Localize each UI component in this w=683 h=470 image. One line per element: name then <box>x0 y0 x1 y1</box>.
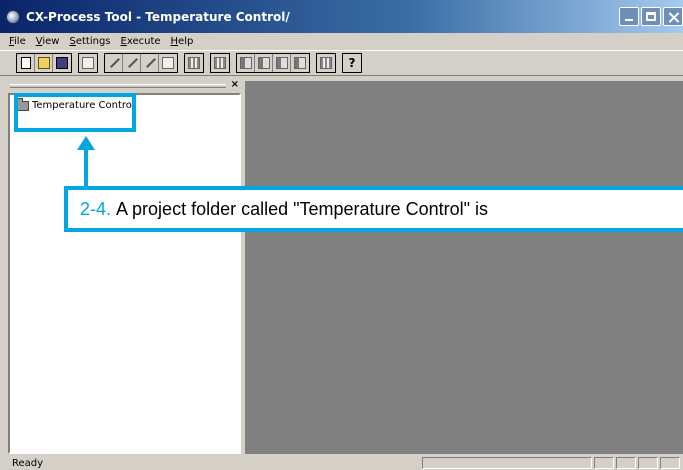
new-button[interactable] <box>17 54 35 72</box>
layout-icon-2 <box>257 57 270 69</box>
io-button[interactable] <box>211 54 229 72</box>
toolbar-help-group: ? <box>342 53 362 73</box>
open-button[interactable] <box>35 54 53 72</box>
toolbar-io-group <box>210 53 230 73</box>
panel-header: × <box>8 79 241 91</box>
properties-icon <box>82 57 94 69</box>
status-text: Ready <box>12 457 44 469</box>
layout-button-2[interactable] <box>255 54 273 72</box>
layout-icon-4 <box>294 57 306 69</box>
block-icon <box>188 57 200 69</box>
maximize-button[interactable] <box>641 7 661 26</box>
close-button[interactable] <box>663 7 683 26</box>
layout-button-4[interactable] <box>291 54 309 72</box>
project-panel: × Temperature Control <box>8 79 241 454</box>
window-title: CX-Process Tool - Temperature Control/ <box>26 9 290 24</box>
app-icon[interactable] <box>6 9 20 24</box>
toolbar-block-group <box>184 53 204 73</box>
menu-execute[interactable]: Execute <box>116 36 166 47</box>
layout-icon-3 <box>275 57 288 69</box>
status-cell-5 <box>660 457 680 469</box>
callout-message: A project folder called "Temperature Con… <box>116 198 488 219</box>
menu-help[interactable]: Help <box>166 36 199 47</box>
help-button[interactable]: ? <box>343 54 361 72</box>
layout-button-1[interactable] <box>237 54 255 72</box>
menu-file[interactable]: File <box>4 36 31 47</box>
status-cell-1 <box>422 457 592 469</box>
wire-button-2[interactable] <box>123 54 141 72</box>
toolbar-connection-group <box>104 53 178 73</box>
wire-button-3[interactable] <box>141 54 159 72</box>
save-disk-icon <box>56 57 68 69</box>
layout-icon-1 <box>239 57 252 69</box>
menu-view[interactable]: View <box>31 36 65 47</box>
wire-diagonal-icon <box>144 57 156 69</box>
properties-button[interactable] <box>79 54 97 72</box>
open-folder-icon <box>37 57 50 69</box>
table-button[interactable] <box>317 54 335 72</box>
window-controls <box>617 7 683 26</box>
menu-settings[interactable]: Settings <box>64 36 115 47</box>
status-cell-2 <box>594 457 614 469</box>
status-cell-4 <box>638 457 658 469</box>
toolbar-properties-group <box>78 53 98 73</box>
toolbar-table-group <box>316 53 336 73</box>
new-document-icon <box>20 57 31 69</box>
balance-button[interactable] <box>159 54 177 72</box>
io-table-icon <box>214 57 226 69</box>
balance-icon <box>162 57 174 69</box>
toolbar-file-group <box>16 53 72 73</box>
block-button[interactable] <box>185 54 203 72</box>
wire-arrow-icon <box>126 57 138 69</box>
callout-step-number: 2-4. <box>80 198 112 219</box>
title-bar[interactable]: CX-Process Tool - Temperature Control/ <box>0 0 683 33</box>
project-tree: Temperature Control <box>8 93 241 454</box>
table-icon <box>320 57 332 69</box>
toolbar-layout-group <box>236 53 310 73</box>
status-bar: Ready <box>0 456 683 470</box>
status-cell-3 <box>616 457 636 469</box>
callout-text: 2-4. A project folder called "Temperature… <box>80 199 488 220</box>
toolbar: ? <box>0 50 683 76</box>
annotation-highlight-box <box>14 93 136 132</box>
layout-button-3[interactable] <box>273 54 291 72</box>
save-button[interactable] <box>53 54 71 72</box>
panel-grip[interactable] <box>10 84 226 88</box>
workspace-area <box>245 81 683 454</box>
menu-bar: File View Settings Execute Help <box>0 33 683 50</box>
minimize-button[interactable] <box>619 7 639 26</box>
wire-button-1[interactable] <box>105 54 123 72</box>
panel-close-icon[interactable]: × <box>231 79 239 90</box>
wire-icon <box>108 57 120 69</box>
help-question-icon: ? <box>348 56 356 70</box>
annotation-arrow-shaft <box>84 148 88 186</box>
app-window: CX-Process Tool - Temperature Control/ F… <box>0 0 683 470</box>
annotation-callout: 2-4. A project folder called "Temperature… <box>64 186 683 232</box>
